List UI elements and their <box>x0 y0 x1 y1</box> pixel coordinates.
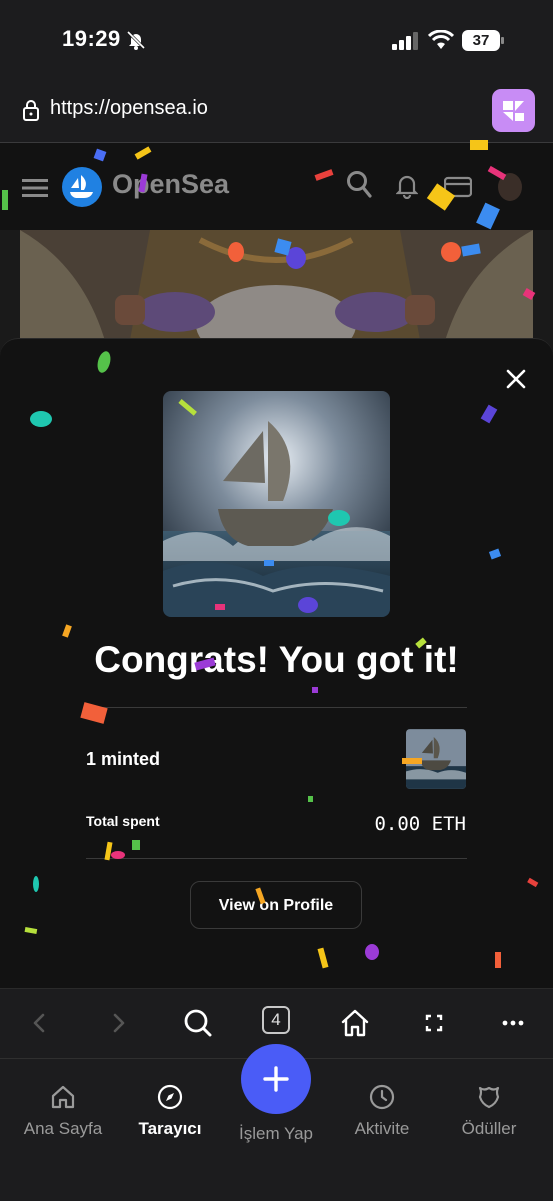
bell-slash-icon <box>126 30 146 50</box>
nav-label-trade[interactable]: İşlem Yap <box>221 1124 331 1144</box>
rewards-icon <box>478 1086 500 1109</box>
battery-level: 37 <box>472 32 490 49</box>
status-time: 19:29 <box>62 26 121 51</box>
home-icon[interactable] <box>337 1005 373 1041</box>
trade-button[interactable] <box>241 1044 311 1114</box>
clock-icon <box>369 1084 395 1110</box>
lock-icon <box>23 100 39 121</box>
compass-icon <box>157 1084 183 1110</box>
wifi-icon <box>428 30 454 49</box>
nav-label: Ödüller <box>461 1119 517 1138</box>
url-bar[interactable]: https://opensea.io <box>0 80 553 143</box>
signal-icon <box>392 32 418 50</box>
more-icon[interactable] <box>495 1005 531 1041</box>
search-icon[interactable] <box>180 1005 216 1041</box>
plus-icon <box>263 1066 289 1092</box>
status-bar: 19:29 37 <box>0 0 553 80</box>
forward-icon[interactable] <box>100 1005 136 1041</box>
nav-item-activity[interactable]: Aktivite <box>327 1083 437 1139</box>
nav-label: Aktivite <box>354 1119 410 1138</box>
fullscreen-icon[interactable] <box>416 1005 452 1041</box>
back-icon[interactable] <box>22 1005 58 1041</box>
home-icon <box>51 1085 75 1109</box>
nav-item-browser[interactable]: Tarayıcı <box>115 1083 225 1139</box>
nav-label: Tarayıcı <box>138 1119 202 1138</box>
confetti-overlay <box>2 140 539 969</box>
nav-label: Ana Sayfa <box>23 1119 103 1138</box>
url-text[interactable]: https://opensea.io <box>50 97 208 120</box>
tabs-icon[interactable]: 4 <box>262 1006 290 1034</box>
nav-item-home[interactable]: Ana Sayfa <box>8 1083 118 1139</box>
nav-item-rewards[interactable]: Ödüller <box>434 1083 544 1139</box>
extension-icon[interactable] <box>492 89 535 132</box>
